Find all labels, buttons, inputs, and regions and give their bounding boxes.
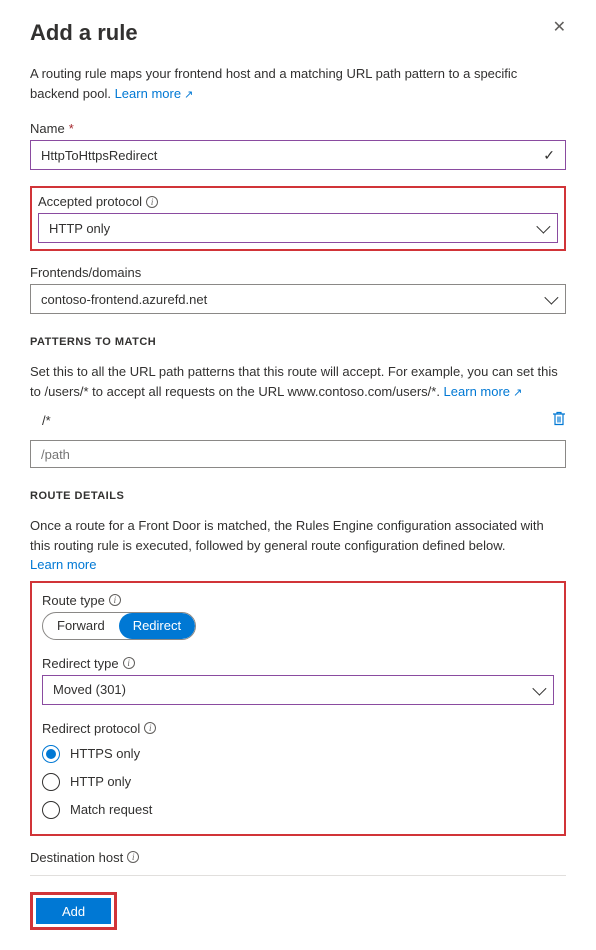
route-details-section-title: ROUTE DETAILS [30,490,566,502]
valid-icon: ✓ [543,147,555,164]
redirect-type-select[interactable]: Moved (301) [42,675,554,705]
intro-text: A routing rule maps your frontend host a… [30,64,566,103]
name-input[interactable]: HttpToHttpsRedirect ✓ [30,140,566,170]
route-type-redirect[interactable]: Redirect [119,613,195,639]
route-type-toggle[interactable]: Forward Redirect [42,612,196,640]
pattern-input[interactable] [30,440,566,468]
trash-icon[interactable] [552,411,566,430]
info-icon[interactable]: i [109,594,121,606]
chevron-down-icon [536,220,550,234]
info-icon[interactable]: i [144,722,156,734]
info-icon[interactable]: i [127,851,139,863]
patterns-description: Set this to all the URL path patterns th… [30,362,566,401]
redirect-type-label: Redirect type i [42,656,554,671]
info-icon[interactable]: i [146,196,158,208]
radio-icon [42,773,60,791]
divider [30,875,566,876]
accepted-protocol-highlight: Accepted protocol i HTTP only [30,186,566,251]
redirect-protocol-match[interactable]: Match request [42,796,554,824]
protocol-label: Accepted protocol i [38,194,558,209]
chevron-down-icon [532,681,546,695]
chevron-down-icon [544,291,558,305]
add-button-highlight: Add [30,892,117,930]
radio-icon [42,801,60,819]
frontends-label: Frontends/domains [30,265,566,280]
route-type-label: Route type i [42,593,554,608]
page-title: Add a rule [30,20,138,46]
patterns-learn-more-link[interactable]: Learn more [444,384,523,399]
frontends-select[interactable]: contoso-frontend.azurefd.net [30,284,566,314]
add-button[interactable]: Add [36,898,111,924]
protocol-select[interactable]: HTTP only [38,213,558,243]
redirect-protocol-label: Redirect protocol i [42,721,554,736]
info-icon[interactable]: i [123,657,135,669]
redirect-protocol-https[interactable]: HTTPS only [42,740,554,768]
radio-icon [42,745,60,763]
route-details-description: Once a route for a Front Door is matched… [30,516,566,575]
name-label: Name * [30,121,566,136]
pattern-item: /* [30,407,566,434]
route-details-highlight: Route type i Forward Redirect Redirect t… [30,581,566,836]
patterns-section-title: PATTERNS TO MATCH [30,336,566,348]
learn-more-link[interactable]: Learn more [115,86,194,101]
redirect-protocol-http[interactable]: HTTP only [42,768,554,796]
destination-host-label: Destination host i [30,850,566,865]
close-icon[interactable]: ✕ [553,20,566,36]
route-type-forward[interactable]: Forward [43,613,119,639]
route-details-learn-more-link[interactable]: Learn more [30,557,96,572]
